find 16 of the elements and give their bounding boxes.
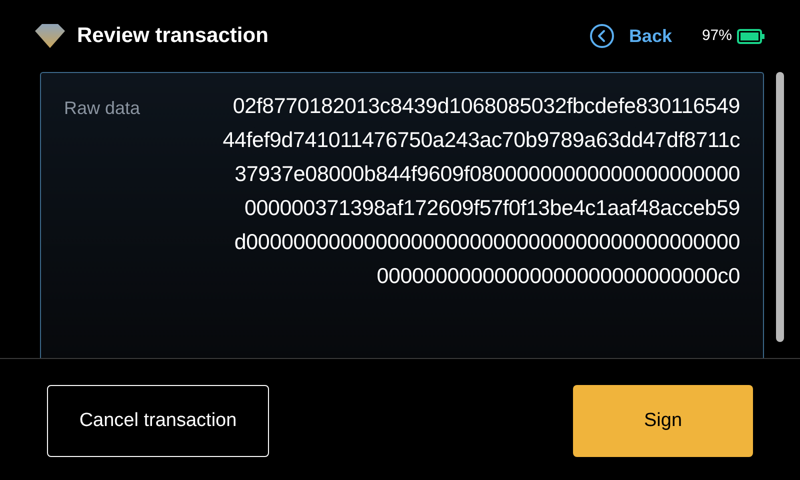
sign-button[interactable]: Sign [573,385,753,457]
hex-line: d000000000000000000000000000000000000000000 [234,229,740,256]
hex-line: 000000371398af172609f57f0f13be4c1aaf48acceb59 [244,195,740,222]
hex-line: 44fef9d741011476750a243ac70b9789a63dd47df8711c [222,127,740,154]
diamond-logo-icon [35,24,65,48]
hex-line: 00000000000000000000000000000c0 [376,263,740,290]
screen-title: Review transaction [77,23,268,50]
hex-line: 37937e08000b844f9609f08000000000000000000000 [234,161,740,188]
cancel-button[interactable]: Cancel transaction [47,385,269,457]
hex-line: 02f8770182013c8439d1068085032fbcdefe830116549 [232,93,740,120]
chevron-circle-icon [590,24,614,48]
scrollbar[interactable] [776,72,784,342]
battery-icon [737,28,765,44]
back-button[interactable]: Back [590,22,672,50]
field-label: Raw data [64,97,142,120]
battery-percentage: 97% [702,26,732,46]
